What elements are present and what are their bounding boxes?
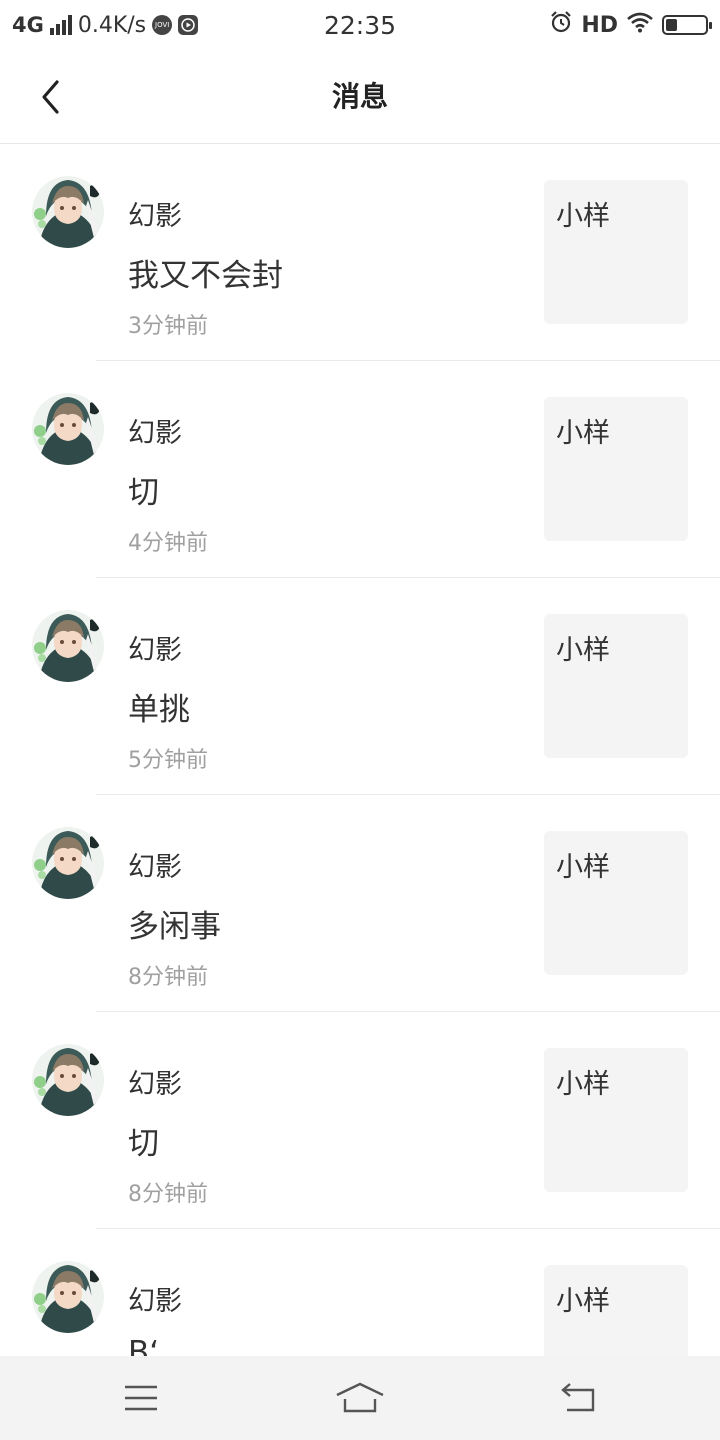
home-icon	[336, 1382, 384, 1413]
referenced-post-text: 小样	[556, 635, 610, 666]
list-item[interactable]: 幻影 B‘ 小样	[0, 1229, 720, 1356]
referenced-post-preview[interactable]: 小样	[544, 831, 688, 975]
list-item[interactable]: 幻影切 8分钟前 小样	[0, 1012, 720, 1229]
message-text: 切	[128, 1126, 159, 1162]
user-name[interactable]: 幻影	[128, 194, 182, 233]
network-type: 4G	[12, 13, 44, 37]
referenced-post-preview[interactable]: 小样	[544, 1048, 688, 1192]
message-time: 8分钟前	[128, 1182, 208, 1207]
menu-button[interactable]	[116, 1378, 166, 1418]
message-text: 多闲事	[128, 909, 221, 945]
nav-bar: 消息	[0, 50, 720, 144]
status-bar: 4G 0.4K/s JOVI 22:35 HD	[0, 0, 720, 50]
user-name[interactable]: 幻影	[128, 845, 182, 884]
avatar[interactable]	[32, 1261, 104, 1333]
avatar[interactable]	[32, 1044, 104, 1116]
menu-icon	[125, 1385, 157, 1411]
list-item[interactable]: 幻影切 4分钟前 小样	[0, 361, 720, 578]
user-name[interactable]: 幻影	[128, 1062, 182, 1101]
avatar[interactable]	[32, 393, 104, 465]
list-item[interactable]: 幻影单挑 5分钟前 小样	[0, 578, 720, 795]
referenced-post-preview[interactable]: 小样	[544, 1265, 688, 1356]
message-time: 4分钟前	[128, 531, 208, 556]
network-speed: 0.4K/s	[77, 12, 147, 38]
wifi-icon	[626, 11, 654, 39]
referenced-post-preview[interactable]: 小样	[544, 180, 688, 324]
message-time: 3分钟前	[128, 314, 208, 339]
jovi-icon: JOVI	[152, 15, 173, 35]
referenced-post-preview[interactable]: 小样	[544, 397, 688, 541]
play-icon	[178, 15, 199, 35]
message-text: B‘	[128, 1335, 160, 1356]
user-name[interactable]: 幻影	[128, 628, 182, 667]
avatar[interactable]	[32, 176, 104, 248]
referenced-post-text: 小样	[556, 201, 610, 232]
list-item[interactable]: 幻影我又不会封 3分钟前 小样	[0, 144, 720, 361]
system-nav-bar	[0, 1356, 720, 1440]
referenced-post-preview[interactable]: 小样	[544, 614, 688, 758]
referenced-post-text: 小样	[556, 418, 610, 449]
referenced-post-text: 小样	[556, 1286, 610, 1317]
user-name[interactable]: 幻影	[128, 411, 182, 450]
message-text: 切	[128, 475, 159, 511]
back-arrow-icon	[561, 1383, 595, 1412]
message-time: 8分钟前	[128, 965, 208, 990]
message-time: 5分钟前	[128, 748, 208, 773]
alarm-icon	[549, 10, 573, 40]
list-item[interactable]: 幻影多闲事 8分钟前 小样	[0, 795, 720, 1012]
signal-icon	[49, 15, 72, 35]
page-title: 消息	[331, 80, 388, 113]
battery-icon	[662, 15, 712, 35]
user-name[interactable]: 幻影	[128, 1279, 182, 1318]
home-button[interactable]	[335, 1378, 385, 1418]
message-list[interactable]: 幻影 我又不会封 3分钟前 小样 幻影切 4分钟前 小样 幻影 单挑 5分钟前 …	[0, 144, 720, 1356]
message-text: 单挑	[128, 692, 190, 728]
avatar[interactable]	[32, 610, 104, 682]
status-left: 4G 0.4K/s JOVI	[12, 13, 312, 38]
message-text: 我又不会封	[128, 258, 283, 294]
referenced-post-text: 小样	[556, 852, 610, 883]
referenced-post-text: 小样	[556, 1069, 610, 1100]
return-button[interactable]	[554, 1378, 604, 1418]
status-right: HD	[549, 10, 712, 40]
avatar[interactable]	[32, 827, 104, 899]
hd-indicator: HD	[581, 12, 618, 38]
